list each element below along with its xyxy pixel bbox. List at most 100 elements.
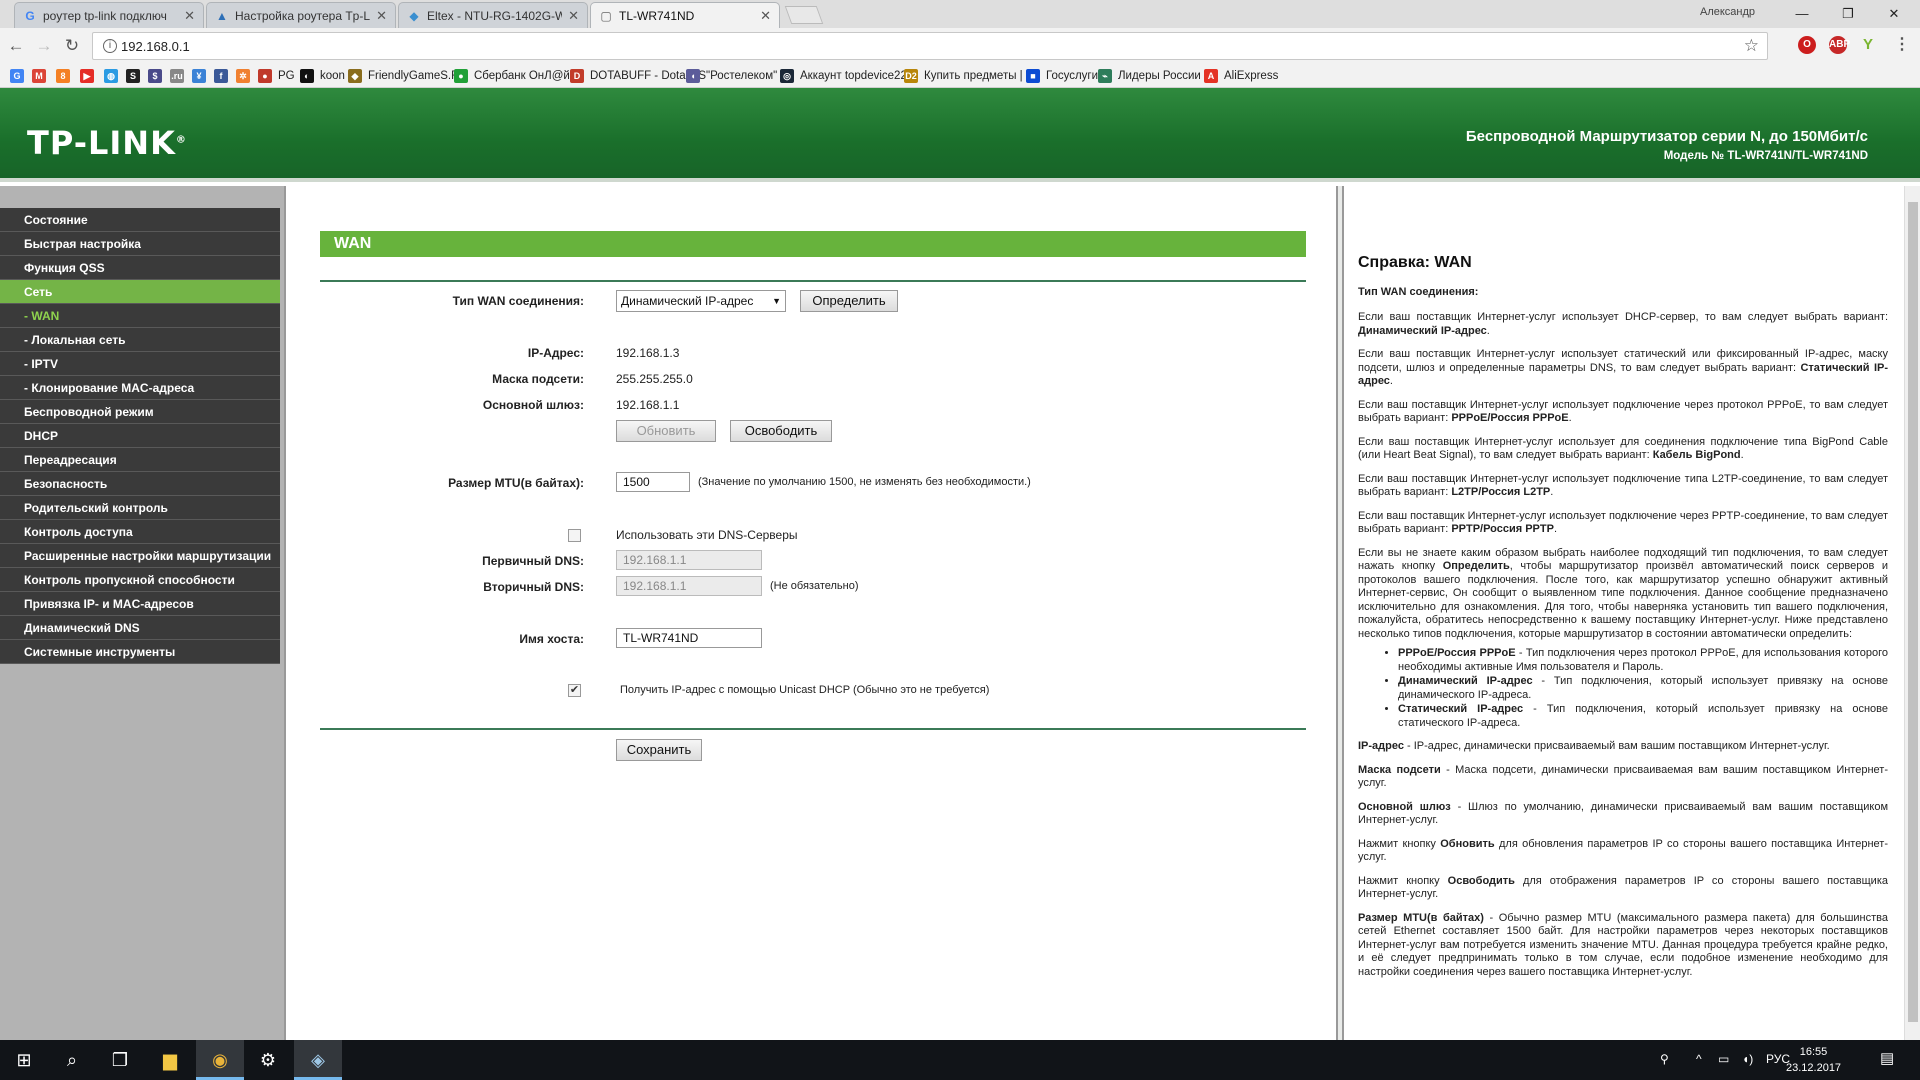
volume-icon[interactable]: ◖) [1742,1052,1753,1066]
opera-extension-icon[interactable]: O [1798,36,1816,54]
sidebar-item[interactable]: Безопасность [0,472,280,496]
info-icon[interactable]: i [103,39,117,53]
sidebar-item[interactable]: - Клонирование MAC-адреса [0,376,280,400]
list-item: PPPoE/Россия PPPoE - Тип подключения чер… [1398,647,1888,674]
bookmark-icon: 8 [56,69,70,83]
bookmark-item[interactable]: S [126,68,146,84]
bookmark-item[interactable]: ▶ [80,68,100,84]
close-tab-icon[interactable]: ✕ [184,8,195,24]
sidebar-item[interactable]: Расширенные настройки маршрутизации [0,544,280,568]
sidebar-item[interactable]: Родительский контроль [0,496,280,520]
bookmark-item[interactable]: ■ Госуслуги [1026,68,1098,84]
bookmark-item[interactable]: M [32,68,52,84]
sidebar-item[interactable]: Динамический DNS [0,616,280,640]
sidebar-item[interactable]: Контроль доступа [0,520,280,544]
bookmark-icon: ● [454,69,468,83]
bookmark-item[interactable]: ◆ FriendlyGameS.Ru [348,68,466,84]
bookmark-item[interactable]: ◍ [104,68,124,84]
back-icon[interactable]: ← [6,36,26,56]
sidebar-item[interactable]: - Локальная сеть [0,328,280,352]
close-tab-icon[interactable]: ✕ [376,8,387,24]
bookmark-item[interactable]: A AliExpress [1204,68,1278,84]
sidebar-item[interactable]: Быстрая настройка [0,232,280,256]
clock[interactable]: 16:55 23.12.2017 [1786,1044,1841,1076]
browser-tab[interactable]: G роутер tp-link подключ ✕ [14,2,204,28]
minimize-icon[interactable]: — [1782,3,1822,25]
bookmark-item[interactable]: $ [148,68,168,84]
reload-icon[interactable]: ↻ [62,36,82,56]
sidebar-item[interactable]: DHCP [0,424,280,448]
address-bar[interactable]: i 192.168.0.1 ☆ [92,32,1768,60]
site-icon: ▲ [216,8,228,23]
sidebar-item[interactable]: Беспроводной режим [0,400,280,424]
sidebar-menu: Состояние Быстрая настройка Функция QSS Сет… [0,208,280,664]
dns2-input[interactable]: 192.168.1.1 [616,576,762,596]
sidebar-item[interactable]: Системные инструменты [0,640,280,664]
sidebar-item[interactable]: - WAN [0,304,280,328]
unicast-dhcp-checkbox[interactable]: ✔ [568,684,581,697]
sidebar-item[interactable]: Переадресация [0,448,280,472]
extension-icon[interactable]: Y [1859,36,1877,54]
sidebar-item[interactable]: Функция QSS [0,256,280,280]
chrome-icon[interactable]: ◉ [196,1040,244,1080]
bookmark-item[interactable]: ◖ "Ростелеком" [686,68,777,84]
bookmark-label: Сбербанк ОнЛ@йн [474,70,577,82]
bookmark-item[interactable]: G [10,68,30,84]
sidebar-item[interactable]: Состояние [0,208,280,232]
bookmark-star-icon[interactable]: ☆ [1744,36,1759,56]
forward-icon[interactable]: → [34,36,54,56]
sidebar-item[interactable]: Контроль пропускной способности [0,568,280,592]
new-tab-button[interactable] [784,6,824,24]
sidebar-item[interactable]: Привязка IP- и MAC-адресов [0,592,280,616]
start-icon[interactable]: ⊞ [0,1040,48,1080]
bookmark-item[interactable]: D2 Купить предметы | M [904,68,1035,84]
notifications-icon[interactable]: ▤ [1880,1049,1894,1067]
bookmark-item[interactable]: 8 [56,68,76,84]
show-hidden-icons[interactable]: ^ [1696,1052,1702,1066]
router-model: Модель № TL-WR741N/TL-WR741ND [1663,150,1868,162]
bookmark-item[interactable]: f [214,68,234,84]
renew-button[interactable]: Обновить [616,420,716,442]
bookmark-item[interactable]: ⌁ Лидеры России [1098,68,1201,84]
restore-icon[interactable]: ❐ [1828,3,1868,25]
task-view-icon[interactable]: ❐ [96,1040,144,1080]
network-icon[interactable]: ▭ [1718,1052,1729,1066]
chrome-menu-icon[interactable]: ⋮ [1893,36,1911,54]
use-dns-checkbox[interactable] [568,529,581,542]
dns1-label: Первичный DNS: [482,554,584,568]
bookmark-item[interactable]: .ru [170,68,190,84]
people-icon[interactable]: ⚲ [1660,1052,1669,1066]
release-button[interactable]: Освободить [730,420,832,442]
dns1-input[interactable]: 192.168.1.1 [616,550,762,570]
bookmark-item[interactable]: ◐ koon [300,68,345,84]
mtu-input[interactable]: 1500 [616,472,690,492]
steam-icon[interactable]: ◈ [294,1040,342,1080]
search-icon[interactable]: ⌕ [48,1040,96,1080]
hostname-input[interactable]: TL-WR741ND [616,628,762,648]
conn-type-select[interactable]: Динамический IP-адрес ▼ [616,290,786,312]
sidebar-item[interactable]: Сеть [0,280,280,304]
file-explorer-icon[interactable]: ▆ [146,1040,194,1080]
browser-tab-active[interactable]: ▢ TL-WR741ND ✕ [590,2,780,28]
browser-tab[interactable]: ◆ Eltex - NTU-RG-1402G-W ✕ [398,2,588,28]
tab-title: Eltex - NTU-RG-1402G-W [427,8,563,23]
close-tab-icon[interactable]: ✕ [760,8,771,24]
list-item: Динамический IP-адрес - Тип подключения,… [1398,675,1888,702]
adblock-icon[interactable]: ABP [1829,36,1850,54]
profile-name[interactable]: Александр [1700,6,1755,18]
bookmark-item[interactable]: ● Сбербанк ОнЛ@йн [454,68,576,84]
sidebar-item[interactable]: - IPTV [0,352,280,376]
close-window-icon[interactable]: ✕ [1874,3,1914,25]
bookmark-item[interactable]: ● PG [258,68,295,84]
help-paragraph: Если ваш поставщик Интернет-услуг исполь… [1358,398,1888,425]
scrollbar-thumb[interactable] [1908,202,1918,1022]
close-tab-icon[interactable]: ✕ [568,8,579,24]
bookmark-item[interactable]: ◎ Аккаунт topdevice22 [780,68,907,84]
help-scrollbar[interactable] [1904,186,1920,1040]
detect-button[interactable]: Определить [800,290,898,312]
save-button[interactable]: Сохранить [616,739,702,761]
bookmark-item[interactable]: ¥ [192,68,212,84]
settings-gear-icon[interactable]: ⚙ [244,1040,292,1080]
browser-tab[interactable]: ▲ Настройка роутера Tp-L ✕ [206,2,396,28]
bookmark-item[interactable]: ✲ [236,68,256,84]
